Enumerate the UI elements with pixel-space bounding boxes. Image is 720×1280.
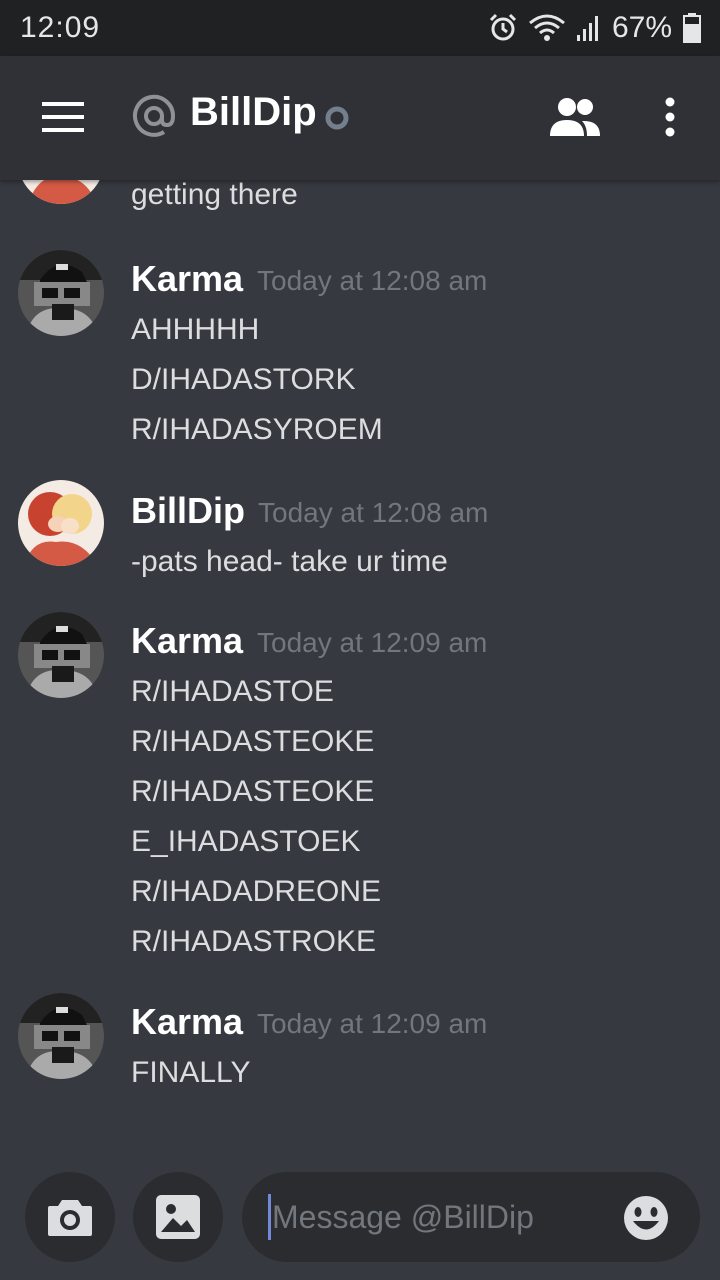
message-line: getting there — [131, 180, 298, 211]
emoji-button[interactable] — [622, 1194, 670, 1242]
message-line: R/IHADASTEOKE — [131, 725, 375, 758]
message-line: R/IHADADREONE — [131, 875, 382, 908]
message-line: R/IHADASTOE — [131, 675, 334, 708]
message-line: AHHHHH — [131, 313, 260, 346]
battery-icon — [682, 12, 702, 44]
message-timestamp: Today at 12:09 am — [257, 627, 488, 658]
menu-button[interactable] — [42, 102, 84, 132]
message-group: Karma Today at 12:09 am R/IHADASTOE R/IH… — [0, 610, 720, 960]
battery-percent: 67% — [611, 11, 672, 44]
message-author[interactable]: BillDip — [131, 490, 245, 532]
camera-button[interactable] — [25, 1172, 115, 1262]
message-list[interactable]: getting there Karma Today at 12:08 am AH… — [0, 180, 720, 1160]
message-line: D/IHADASTORK — [131, 363, 356, 396]
alarm-icon — [488, 13, 518, 43]
message-input[interactable] — [272, 1172, 612, 1262]
message-line: R/IHADASYROEM — [131, 413, 383, 446]
avatar[interactable] — [18, 250, 104, 336]
status-bar: 12:09 67% — [0, 0, 720, 56]
image-icon — [156, 1195, 200, 1239]
more-options-button[interactable] — [660, 96, 680, 138]
signal-icon — [576, 13, 602, 43]
more-icon — [665, 97, 675, 137]
message-author[interactable]: Karma — [131, 1001, 243, 1043]
message-line: R/IHADASTEOKE — [131, 775, 375, 808]
channel-name: BillDip — [190, 90, 317, 134]
message-group: getting there — [0, 180, 720, 230]
composer-bar — [0, 1160, 720, 1280]
status-time: 12:09 — [20, 11, 101, 44]
message-timestamp: Today at 12:08 am — [258, 497, 489, 528]
wifi-icon — [528, 13, 566, 43]
message-timestamp: Today at 12:08 am — [257, 265, 488, 296]
emoji-icon — [624, 1196, 668, 1240]
message-group: Karma Today at 12:09 am FINALLY — [0, 991, 720, 1111]
message-group: BillDip Today at 12:08 am -pats head- ta… — [0, 480, 720, 590]
members-icon — [550, 98, 600, 136]
message-author[interactable]: Karma — [131, 620, 243, 662]
members-button[interactable] — [548, 94, 602, 140]
message-author[interactable]: Karma — [131, 258, 243, 300]
status-icons: 67% — [488, 11, 702, 45]
at-icon — [130, 92, 178, 140]
avatar[interactable] — [18, 180, 104, 204]
camera-icon — [48, 1200, 92, 1236]
menu-icon — [42, 102, 84, 132]
channel-header: BillDip — [0, 56, 720, 180]
avatar[interactable] — [18, 480, 104, 566]
avatar[interactable] — [18, 993, 104, 1079]
message-line: R/IHADASTROKE — [131, 925, 377, 958]
message-line: -pats head- take ur time — [131, 545, 448, 578]
status-dot-icon — [325, 106, 349, 130]
text-caret — [268, 1194, 271, 1240]
message-box[interactable] — [242, 1172, 700, 1262]
message-line: E_IHADASTOEK — [131, 825, 361, 858]
message-line: FINALLY — [131, 1056, 251, 1089]
message-group: Karma Today at 12:08 am AHHHHH D/IHADAST… — [0, 248, 720, 448]
message-timestamp: Today at 12:09 am — [257, 1008, 488, 1039]
image-button[interactable] — [133, 1172, 223, 1262]
avatar[interactable] — [18, 612, 104, 698]
